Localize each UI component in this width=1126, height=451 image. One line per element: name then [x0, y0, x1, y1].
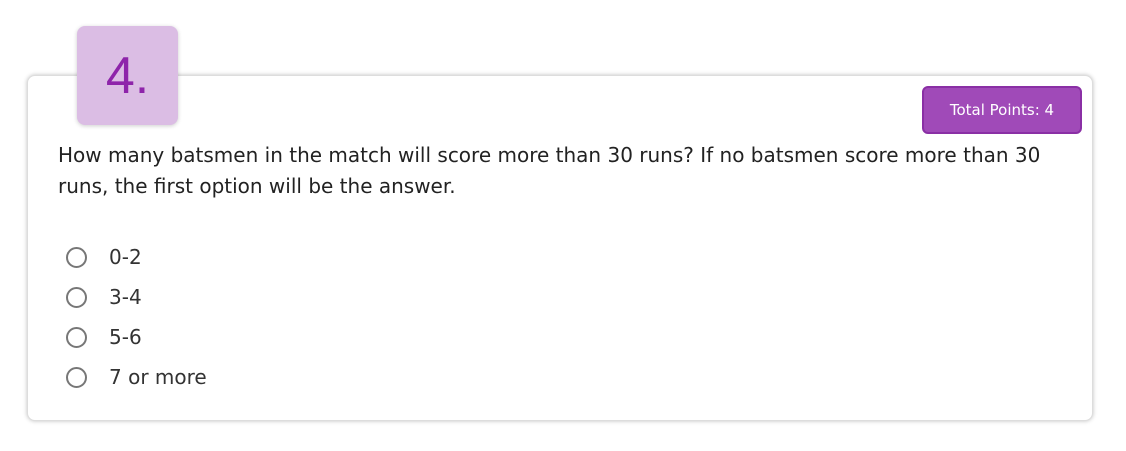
option-0-2[interactable]: 0-2 — [66, 237, 207, 277]
option-label: 3-4 — [109, 285, 142, 309]
options-list: 0-2 3-4 5-6 7 or more — [66, 237, 207, 397]
radio-icon[interactable] — [66, 366, 87, 388]
option-5-6[interactable]: 5-6 — [66, 317, 207, 357]
total-points-badge: Total Points: 4 — [922, 86, 1082, 134]
radio-icon[interactable] — [66, 326, 87, 348]
radio-icon[interactable] — [66, 286, 87, 308]
question-text: How many batsmen in the match will score… — [58, 143, 1041, 198]
question-number-badge: 4. — [77, 26, 178, 125]
option-label: 7 or more — [109, 365, 207, 389]
option-7-or-more[interactable]: 7 or more — [66, 357, 207, 397]
option-3-4[interactable]: 3-4 — [66, 277, 207, 317]
radio-icon[interactable] — [66, 246, 87, 268]
option-label: 0-2 — [109, 245, 142, 269]
option-label: 5-6 — [109, 325, 142, 349]
